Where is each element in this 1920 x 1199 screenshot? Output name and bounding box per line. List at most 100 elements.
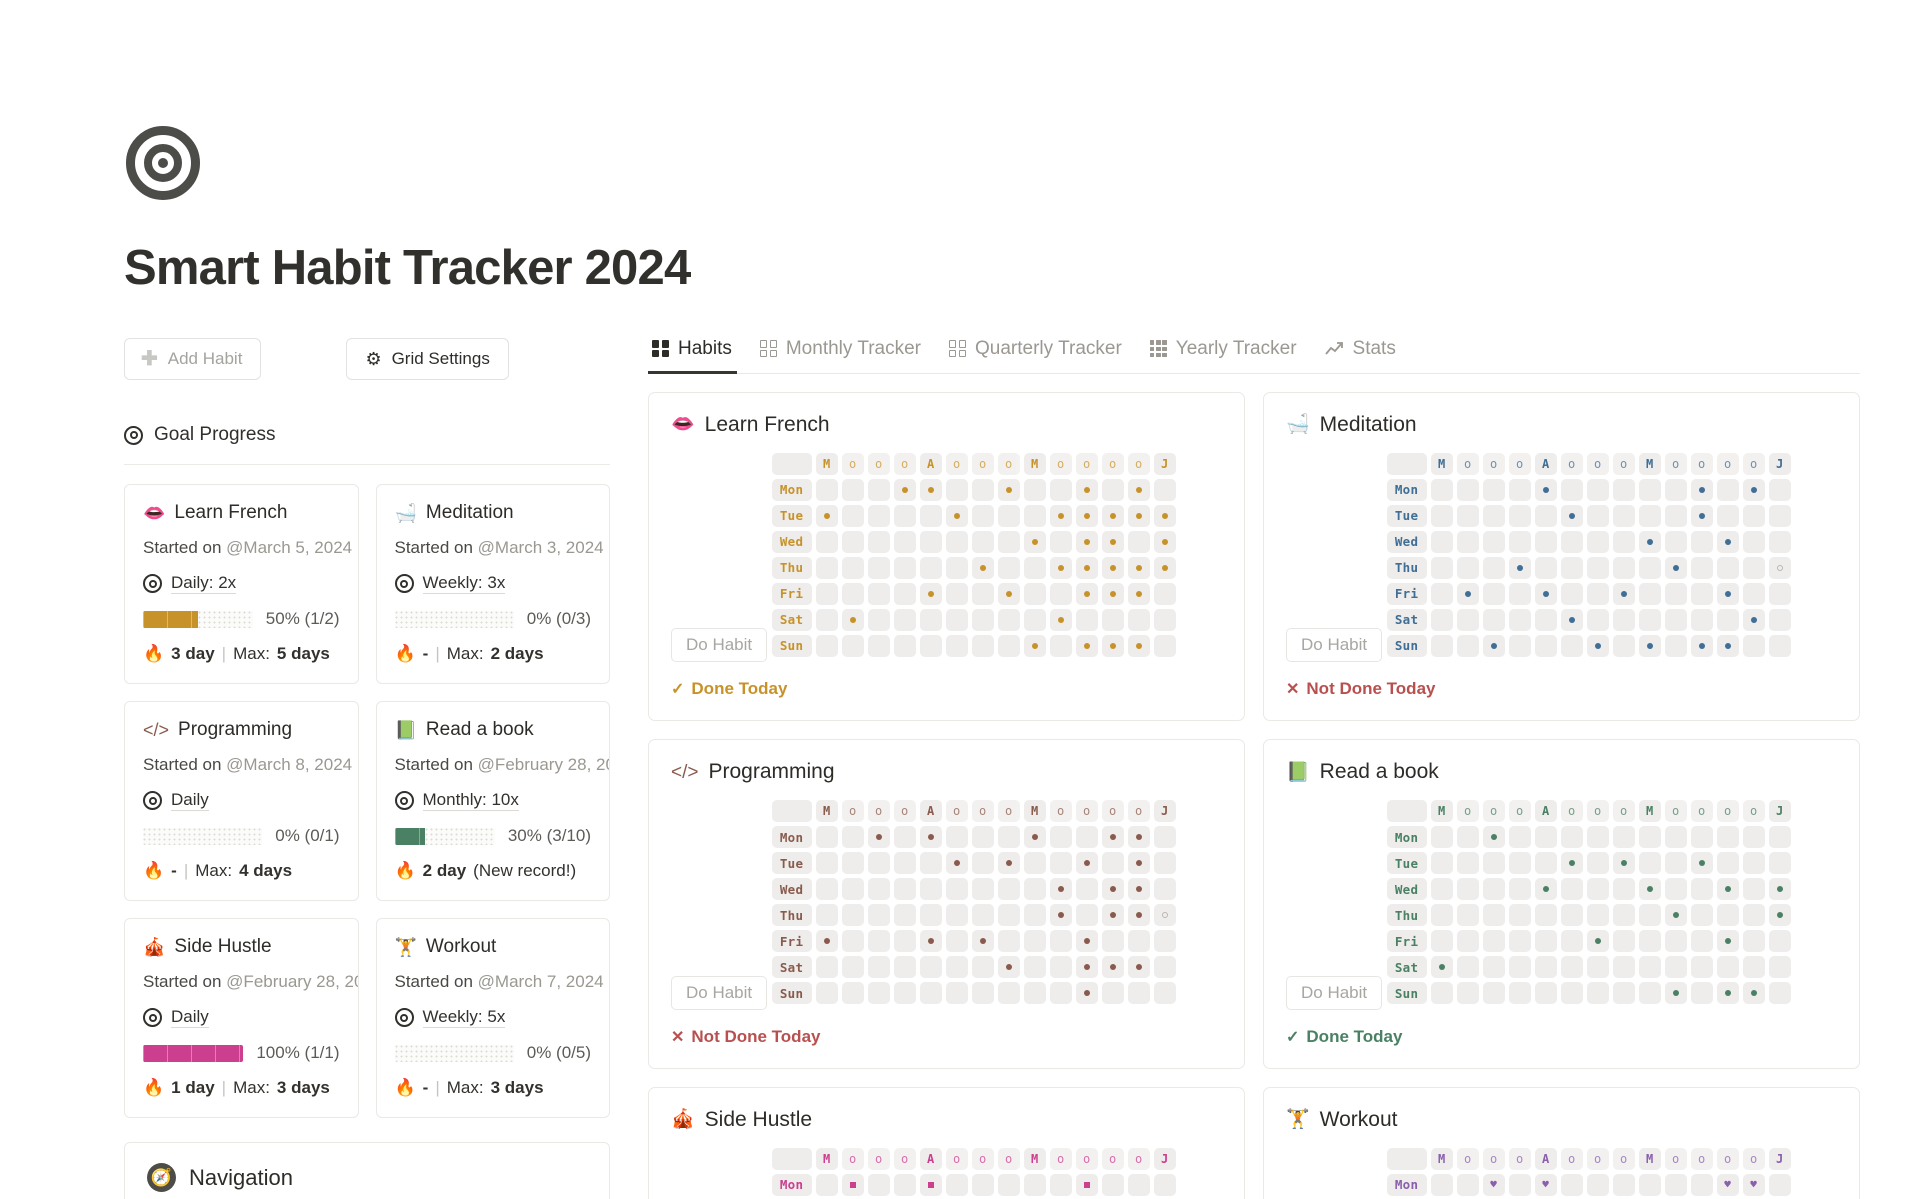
tracker-cell[interactable] — [1049, 608, 1072, 631]
tracker-cell[interactable] — [1586, 930, 1609, 953]
tracker-cell[interactable] — [815, 826, 838, 849]
tracker-cell[interactable] — [815, 878, 838, 901]
tracker-cell[interactable] — [997, 956, 1020, 979]
tracker-cell[interactable] — [815, 608, 838, 631]
tracker-cell[interactable] — [1508, 530, 1531, 553]
tracker-cell[interactable] — [1612, 582, 1635, 605]
tracker-cell[interactable] — [1127, 530, 1150, 553]
tracker-cell[interactable] — [1612, 852, 1635, 875]
tracker-cell[interactable] — [1586, 530, 1609, 553]
tracker-cell[interactable] — [1534, 826, 1557, 849]
tracker-cell[interactable] — [945, 608, 968, 631]
tracker-cell[interactable] — [1023, 956, 1046, 979]
tracker-cell[interactable] — [1482, 826, 1505, 849]
tracker-cell[interactable] — [1101, 826, 1124, 849]
tracker-cell[interactable] — [1768, 530, 1791, 553]
tracker-cell[interactable] — [1508, 1173, 1531, 1196]
tracker-cell[interactable] — [1153, 982, 1176, 1005]
tracker-cell[interactable] — [1456, 556, 1479, 579]
tracker-cell[interactable] — [1430, 878, 1453, 901]
tracker-cell[interactable]: ♥ — [1742, 1173, 1765, 1196]
tracker-cell[interactable] — [1482, 956, 1505, 979]
tracker-cell[interactable] — [997, 826, 1020, 849]
tracker-cell[interactable] — [1560, 582, 1583, 605]
tracker-cell[interactable] — [1430, 1173, 1453, 1196]
do-habit-button[interactable]: Do Habit — [671, 628, 768, 663]
tracker-cell[interactable] — [1127, 878, 1150, 901]
tracker-cell[interactable] — [997, 608, 1020, 631]
do-habit-button[interactable]: Do Habit — [671, 975, 768, 1010]
tracker-cell[interactable] — [1127, 982, 1150, 1005]
tracker-cell[interactable] — [1127, 1173, 1150, 1196]
tracker-cell[interactable] — [841, 982, 864, 1005]
tracker-cell[interactable] — [1049, 1173, 1072, 1196]
tracker-cell[interactable] — [1023, 478, 1046, 501]
tracker-cell[interactable] — [919, 826, 942, 849]
tracker-cell[interactable] — [1023, 826, 1046, 849]
tracker-cell[interactable] — [1586, 826, 1609, 849]
tracker-cell[interactable] — [997, 582, 1020, 605]
tracker-cell[interactable] — [815, 556, 838, 579]
tracker-cell[interactable] — [1716, 530, 1739, 553]
tracker-cell[interactable] — [1690, 1173, 1713, 1196]
tracker-cell[interactable] — [1049, 582, 1072, 605]
tracker-cell[interactable] — [919, 930, 942, 953]
tracker-cell[interactable] — [1456, 478, 1479, 501]
tracker-cell[interactable] — [1768, 556, 1791, 579]
tracker-cell[interactable] — [1638, 582, 1661, 605]
tracker-cell[interactable] — [841, 904, 864, 927]
tracker-cell[interactable] — [1638, 956, 1661, 979]
tracker-cell[interactable] — [867, 878, 890, 901]
tracker-cell[interactable] — [1768, 1173, 1791, 1196]
tracker-cell[interactable] — [1534, 556, 1557, 579]
tracker-cell[interactable] — [971, 478, 994, 501]
tracker-cell[interactable] — [867, 530, 890, 553]
tracker-cell[interactable] — [893, 878, 916, 901]
tracker-cell[interactable] — [1664, 904, 1687, 927]
tracker-cell[interactable] — [1560, 930, 1583, 953]
tracker-cell[interactable] — [1023, 582, 1046, 605]
tracker-cell[interactable] — [893, 956, 916, 979]
tracker-cell[interactable] — [1560, 608, 1583, 631]
tracker-cell[interactable] — [1534, 582, 1557, 605]
tracker-cell[interactable] — [945, 1173, 968, 1196]
tracker-cell[interactable] — [815, 530, 838, 553]
tracker-cell[interactable] — [919, 982, 942, 1005]
tracker-cell[interactable] — [1612, 982, 1635, 1005]
tracker-cell[interactable] — [1768, 904, 1791, 927]
tracker-cell[interactable] — [1612, 904, 1635, 927]
tracker-cell[interactable] — [1690, 852, 1713, 875]
tracker-cell[interactable] — [1456, 608, 1479, 631]
tracker-cell[interactable] — [841, 582, 864, 605]
tracker-cell[interactable] — [1768, 878, 1791, 901]
tracker-cell[interactable] — [945, 556, 968, 579]
tracker-cell[interactable] — [1075, 930, 1098, 953]
tracker-cell[interactable] — [997, 634, 1020, 657]
tracker-cell[interactable] — [1664, 878, 1687, 901]
tracker-cell[interactable] — [1742, 530, 1765, 553]
tracker-cell[interactable] — [1664, 930, 1687, 953]
tracker-cell[interactable] — [1716, 956, 1739, 979]
tracker-cell[interactable] — [1638, 634, 1661, 657]
tracker-cell[interactable] — [1153, 530, 1176, 553]
tracker-cell[interactable] — [1508, 504, 1531, 527]
tracker-cell[interactable] — [1127, 634, 1150, 657]
tracker-cell[interactable] — [1508, 982, 1531, 1005]
tracker-cell[interactable] — [1049, 904, 1072, 927]
tracker-cell[interactable] — [1690, 556, 1713, 579]
tracker-cell[interactable] — [1456, 904, 1479, 927]
tracker-cell[interactable] — [815, 582, 838, 605]
tracker-cell[interactable] — [1153, 904, 1176, 927]
tracker-cell[interactable] — [1075, 904, 1098, 927]
tracker-cell[interactable] — [1153, 634, 1176, 657]
tracker-cell[interactable] — [997, 504, 1020, 527]
tracker-cell[interactable] — [1430, 556, 1453, 579]
tracker-cell[interactable] — [919, 878, 942, 901]
tracker-cell[interactable] — [919, 608, 942, 631]
tracker-cell[interactable] — [1049, 852, 1072, 875]
tracker-cell[interactable] — [867, 852, 890, 875]
tracker-cell[interactable] — [1716, 478, 1739, 501]
tracker-cell[interactable]: ♥ — [1482, 1173, 1505, 1196]
tracker-cell[interactable] — [971, 826, 994, 849]
tracker-cell[interactable] — [1586, 556, 1609, 579]
